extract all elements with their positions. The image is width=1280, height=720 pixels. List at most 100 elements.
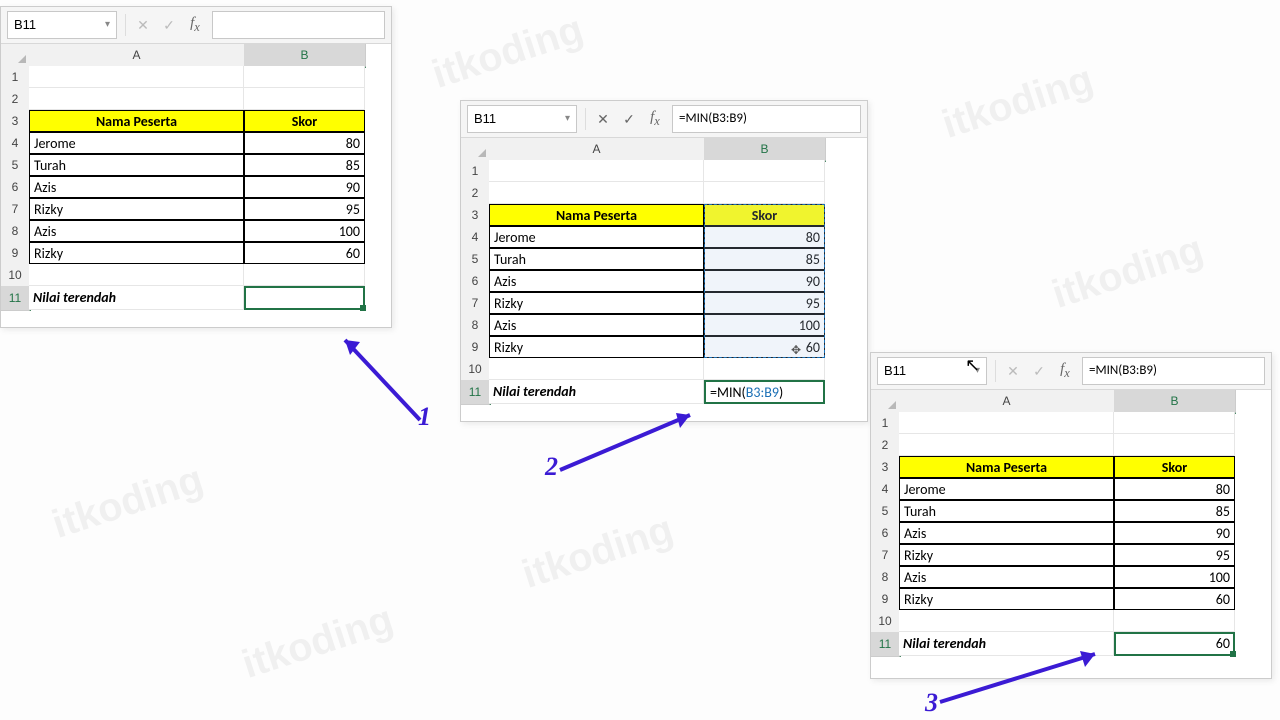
cell-nama[interactable]: Azis — [489, 314, 704, 336]
row-header[interactable]: 11 — [871, 632, 901, 657]
cell-nama[interactable]: Turah — [29, 154, 244, 176]
cell[interactable] — [1114, 610, 1235, 632]
cell-skor[interactable]: 80 — [244, 132, 365, 154]
header-skor[interactable]: Skor — [244, 110, 365, 132]
col-header-a[interactable]: A — [899, 390, 1115, 413]
cell-nama[interactable]: Rizky — [29, 242, 244, 264]
name-box[interactable]: B11 ▾ — [7, 11, 117, 39]
header-nama[interactable]: Nama Peserta — [489, 204, 704, 226]
result-cell[interactable]: 60 — [1114, 632, 1235, 656]
cell-nama[interactable]: Rizky — [29, 198, 244, 220]
cell-nama[interactable]: Azis — [899, 566, 1114, 588]
cell-b11[interactable] — [244, 286, 365, 310]
confirm-icon[interactable]: ✓ — [616, 106, 642, 132]
fx-icon[interactable]: fx — [1052, 358, 1078, 384]
cell-skor[interactable]: 85 — [244, 154, 365, 176]
cell[interactable] — [899, 434, 1114, 456]
header-nama[interactable]: Nama Peserta — [29, 110, 244, 132]
cell-skor[interactable]: 60 — [1114, 588, 1235, 610]
formula-input[interactable]: =MIN(B3:B9) — [672, 105, 861, 133]
cell-nama[interactable]: Rizky — [489, 292, 704, 314]
formula-input[interactable] — [212, 11, 385, 39]
row-header[interactable]: 4 — [871, 478, 900, 501]
cell-skor[interactable]: 60 — [244, 242, 365, 264]
col-header-b[interactable]: B — [1114, 390, 1236, 414]
row-header[interactable]: 1 — [461, 160, 490, 183]
row-header[interactable]: 9 — [871, 588, 900, 611]
row-header[interactable]: 3 — [871, 456, 900, 479]
fx-icon[interactable]: fx — [642, 106, 668, 132]
cell-skor[interactable]: 85 — [1114, 500, 1235, 522]
cell-skor[interactable]: 100 — [244, 220, 365, 242]
cell[interactable] — [489, 182, 704, 204]
cell-nama[interactable]: Azis — [29, 176, 244, 198]
row-header[interactable]: 6 — [871, 522, 900, 545]
select-all-corner[interactable] — [461, 138, 490, 161]
header-skor[interactable]: Skor — [704, 204, 825, 226]
cell[interactable] — [704, 358, 825, 380]
cell-nama[interactable]: Rizky — [899, 588, 1114, 610]
cell[interactable] — [899, 610, 1114, 632]
cell-nama[interactable]: Jerome — [29, 132, 244, 154]
cell[interactable] — [1114, 434, 1235, 456]
cell[interactable] — [29, 66, 244, 88]
row-header[interactable]: 7 — [1, 198, 30, 221]
cell-nama[interactable]: Azis — [489, 270, 704, 292]
row-header[interactable]: 1 — [1, 66, 30, 89]
row-header[interactable]: 5 — [461, 248, 490, 271]
cell-skor[interactable]: 90 — [704, 270, 825, 292]
row-header[interactable]: 5 — [871, 500, 900, 523]
cell[interactable] — [244, 264, 365, 286]
row-header[interactable]: 7 — [871, 544, 900, 567]
cell[interactable] — [29, 264, 244, 286]
cell-nama[interactable]: Turah — [489, 248, 704, 270]
select-all-corner[interactable] — [871, 390, 900, 413]
cell-skor[interactable]: 80 — [704, 226, 825, 248]
row-header[interactable]: 2 — [1, 88, 30, 111]
label-nilai-terendah[interactable]: Nilai terendah — [29, 286, 244, 310]
row-header[interactable]: 3 — [1, 110, 30, 133]
row-header[interactable]: 2 — [461, 182, 490, 205]
cell-nama[interactable]: Jerome — [489, 226, 704, 248]
cell-nama[interactable]: Rizky — [489, 336, 704, 358]
cell[interactable] — [704, 160, 825, 182]
col-header-a[interactable]: A — [29, 44, 245, 67]
fx-icon[interactable]: fx — [182, 12, 208, 38]
row-header[interactable]: 8 — [1, 220, 30, 243]
row-header[interactable]: 9 — [1, 242, 30, 265]
row-header[interactable]: 9 — [461, 336, 490, 359]
row-header[interactable]: 8 — [871, 566, 900, 589]
cell-skor[interactable]: 95 — [704, 292, 825, 314]
cell-skor[interactable]: 80 — [1114, 478, 1235, 500]
header-skor[interactable]: Skor — [1114, 456, 1235, 478]
row-header[interactable]: 2 — [871, 434, 900, 457]
cell[interactable] — [704, 182, 825, 204]
row-header[interactable]: 8 — [461, 314, 490, 337]
row-header[interactable]: 6 — [1, 176, 30, 199]
cell[interactable] — [244, 88, 365, 110]
cell[interactable] — [899, 412, 1114, 434]
formula-input[interactable]: =MIN(B3:B9) — [1082, 357, 1265, 385]
col-header-b[interactable]: B — [244, 44, 366, 68]
cell[interactable] — [29, 88, 244, 110]
cell-skor[interactable]: 95 — [244, 198, 365, 220]
edit-cell-b11[interactable]: =MIN(B3:B9) — [704, 380, 825, 404]
row-header[interactable]: 1 — [871, 412, 900, 435]
row-header[interactable]: 5 — [1, 154, 30, 177]
row-header[interactable]: 4 — [1, 132, 30, 155]
cell-skor[interactable]: 90 — [244, 176, 365, 198]
cell-nama[interactable]: Rizky — [899, 544, 1114, 566]
cell-skor[interactable]: 100 — [1114, 566, 1235, 588]
row-header[interactable]: 6 — [461, 270, 490, 293]
cell-nama[interactable]: Turah — [899, 500, 1114, 522]
row-header[interactable]: 7 — [461, 292, 490, 315]
label-nilai-terendah[interactable]: Nilai terendah — [489, 380, 704, 404]
row-header[interactable]: 11 — [1, 286, 31, 311]
cell[interactable] — [1114, 412, 1235, 434]
cell-nama[interactable]: Jerome — [899, 478, 1114, 500]
row-header[interactable]: 4 — [461, 226, 490, 249]
cancel-icon[interactable]: ✕ — [590, 106, 616, 132]
row-header[interactable]: 3 — [461, 204, 490, 227]
cell-skor[interactable]: 95 — [1114, 544, 1235, 566]
cell-nama[interactable]: Azis — [29, 220, 244, 242]
